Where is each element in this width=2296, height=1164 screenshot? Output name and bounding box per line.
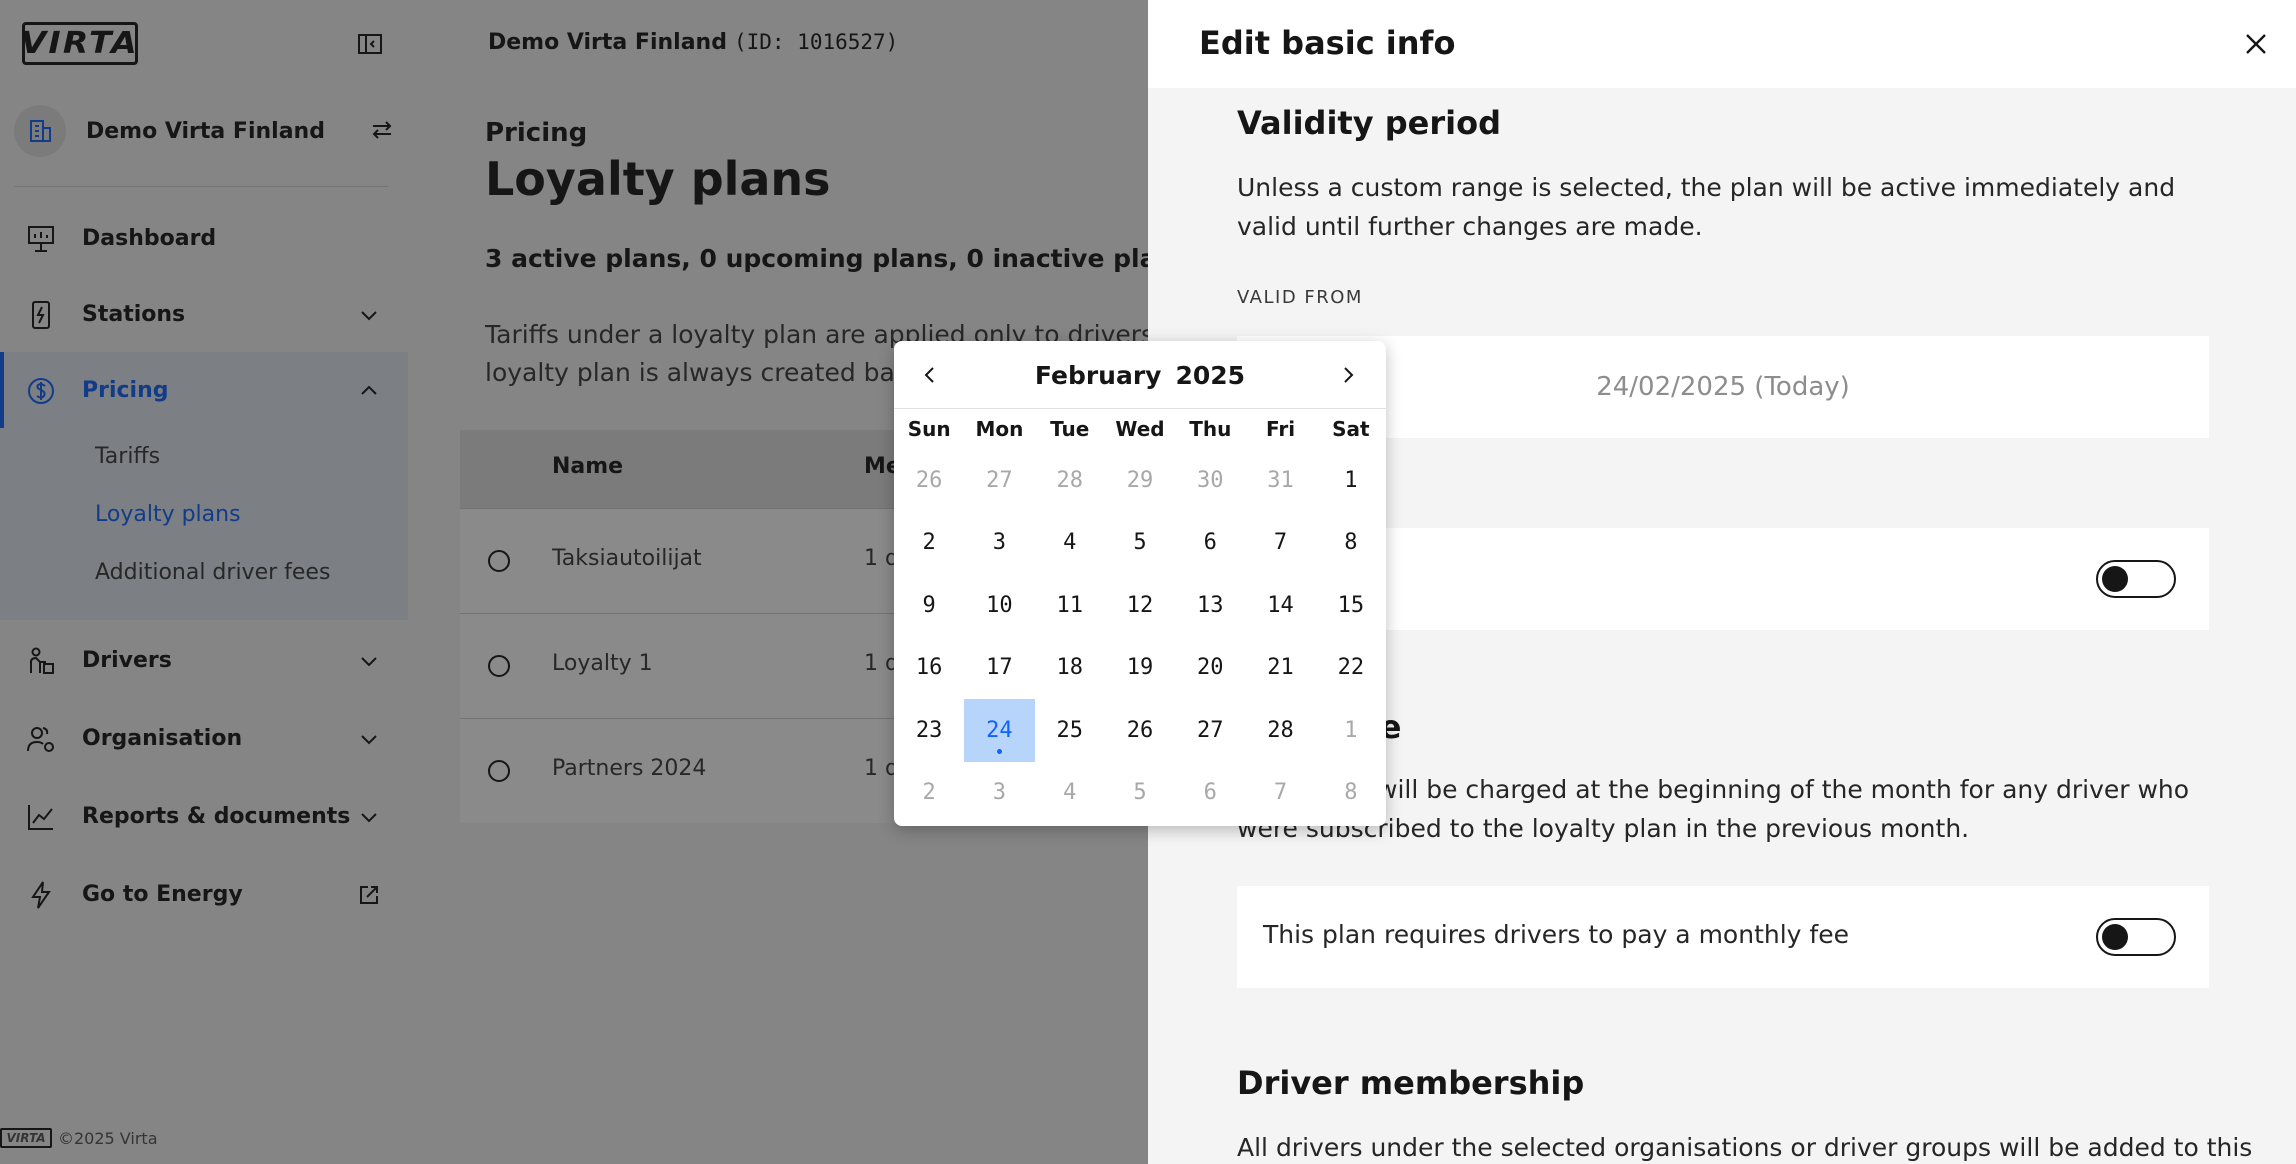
validity-title: Validity period bbox=[1237, 104, 1501, 142]
end-date-toggle[interactable] bbox=[2096, 560, 2176, 598]
calendar-day[interactable]: 7 bbox=[1245, 762, 1315, 825]
calendar-day[interactable]: 26 bbox=[1105, 699, 1175, 762]
validity-description: Unless a custom range is selected, the p… bbox=[1237, 173, 2176, 241]
panel-title: Edit basic info bbox=[1199, 24, 1456, 62]
calendar-day[interactable]: 8 bbox=[1316, 512, 1386, 575]
membership-description: All drivers under the selected organisat… bbox=[1237, 1133, 2253, 1162]
calendar-day[interactable]: 10 bbox=[964, 574, 1034, 637]
calendar-day[interactable]: 6 bbox=[1175, 512, 1245, 575]
calendar-day[interactable]: 5 bbox=[1105, 512, 1175, 575]
calendar-day[interactable]: 5 bbox=[1105, 762, 1175, 825]
calendar-day[interactable]: 1 bbox=[1316, 699, 1386, 762]
month-select[interactable]: February bbox=[1035, 361, 1162, 390]
weekday-label: Sat bbox=[1332, 417, 1370, 441]
calendar-day[interactable]: 3 bbox=[964, 512, 1034, 575]
calendar-day[interactable]: 20 bbox=[1175, 637, 1245, 700]
calendar-day[interactable]: 29 bbox=[1105, 449, 1175, 512]
calendar-day[interactable]: 28 bbox=[1035, 449, 1105, 512]
calendar-day[interactable]: 27 bbox=[964, 449, 1034, 512]
calendar-day[interactable]: 16 bbox=[894, 637, 964, 700]
calendar-day[interactable]: 7 bbox=[1245, 512, 1315, 575]
calendar-week: 2345678 bbox=[894, 762, 1386, 825]
calendar-day[interactable]: 30 bbox=[1175, 449, 1245, 512]
calendar-day[interactable]: 28 bbox=[1245, 699, 1315, 762]
year-select[interactable]: 2025 bbox=[1175, 361, 1245, 390]
weekday-label: Thu bbox=[1189, 417, 1232, 441]
fee-description: will be charged at the beginning of the … bbox=[1237, 775, 2190, 843]
valid-from-label: VALID FROM bbox=[1237, 287, 1363, 308]
monthly-fee-toggle[interactable] bbox=[2096, 918, 2176, 956]
calendar-day[interactable]: 25 bbox=[1035, 699, 1105, 762]
weekday-label: Sun bbox=[907, 417, 951, 441]
calendar-day[interactable]: 14 bbox=[1245, 574, 1315, 637]
calendar-day[interactable]: 8 bbox=[1316, 762, 1386, 825]
weekday-label: Tue bbox=[1050, 417, 1090, 441]
calendar-day[interactable]: 13 bbox=[1175, 574, 1245, 637]
calendar-day[interactable]: 11 bbox=[1035, 574, 1105, 637]
calendar-day[interactable]: 4 bbox=[1035, 762, 1105, 825]
calendar-day[interactable]: 19 bbox=[1105, 637, 1175, 700]
weekday-label: Fri bbox=[1265, 417, 1296, 441]
calendar-day[interactable]: 21 bbox=[1245, 637, 1315, 700]
calendar-day[interactable]: 15 bbox=[1316, 574, 1386, 637]
calendar-day[interactable]: 31 bbox=[1245, 449, 1315, 512]
toggle-knob bbox=[2102, 566, 2128, 592]
calendar-week: 23 24 25 26 27 28 1 bbox=[894, 699, 1386, 762]
calendar-day[interactable]: 17 bbox=[964, 637, 1034, 700]
calendar-week: 26 27 28 29 30 31 1 bbox=[894, 449, 1386, 512]
toggle-knob bbox=[2102, 924, 2128, 950]
date-picker-header: February 2025 bbox=[894, 341, 1386, 409]
date-picker: February 2025 Sun Mon Tue Wed Thu Fri Sat 26 27 2… bbox=[894, 341, 1386, 826]
weekday-label: Mon bbox=[975, 417, 1024, 441]
calendar-day[interactable]: 2 bbox=[894, 762, 964, 825]
calendar-day[interactable]: 26 bbox=[894, 449, 964, 512]
calendar-week: 2345678 bbox=[894, 512, 1386, 575]
weekday-row: Sun Mon Tue Wed Thu Fri Sat bbox=[894, 409, 1386, 449]
chevron-right-icon[interactable] bbox=[1336, 363, 1360, 387]
calendar-grid: Sun Mon Tue Wed Thu Fri Sat 26 27 28 29 30 31 1 2 3 4 5 6… bbox=[894, 409, 1386, 824]
calendar-day[interactable]: 22 bbox=[1316, 637, 1386, 700]
panel-header: Edit basic info bbox=[1148, 0, 2296, 88]
monthly-fee-label: This plan requires drivers to pay a mont… bbox=[1263, 920, 1849, 949]
calendar-week: 9 10 11 12 13 14 15 bbox=[894, 574, 1386, 637]
weekday-label: Wed bbox=[1115, 417, 1165, 441]
calendar-day[interactable]: 9 bbox=[894, 574, 964, 637]
date-picker-title: February 2025 bbox=[894, 361, 1386, 390]
calendar-day[interactable]: 1 bbox=[1316, 449, 1386, 512]
calendar-day[interactable]: 18 bbox=[1035, 637, 1105, 700]
close-icon[interactable] bbox=[2242, 30, 2270, 58]
calendar-day[interactable]: 4 bbox=[1035, 512, 1105, 575]
monthly-fee-row: This plan requires drivers to pay a mont… bbox=[1237, 886, 2209, 988]
calendar-week: 16 17 18 19 20 21 22 bbox=[894, 637, 1386, 700]
calendar-day[interactable]: 6 bbox=[1175, 762, 1245, 825]
calendar-day[interactable]: 3 bbox=[964, 762, 1034, 825]
calendar-day[interactable]: 2 bbox=[894, 512, 964, 575]
calendar-day-selected[interactable]: 24 bbox=[964, 699, 1035, 762]
calendar-day[interactable]: 27 bbox=[1175, 699, 1245, 762]
calendar-day[interactable]: 12 bbox=[1105, 574, 1175, 637]
membership-title: Driver membership bbox=[1237, 1064, 1585, 1102]
calendar-day[interactable]: 23 bbox=[894, 699, 964, 762]
